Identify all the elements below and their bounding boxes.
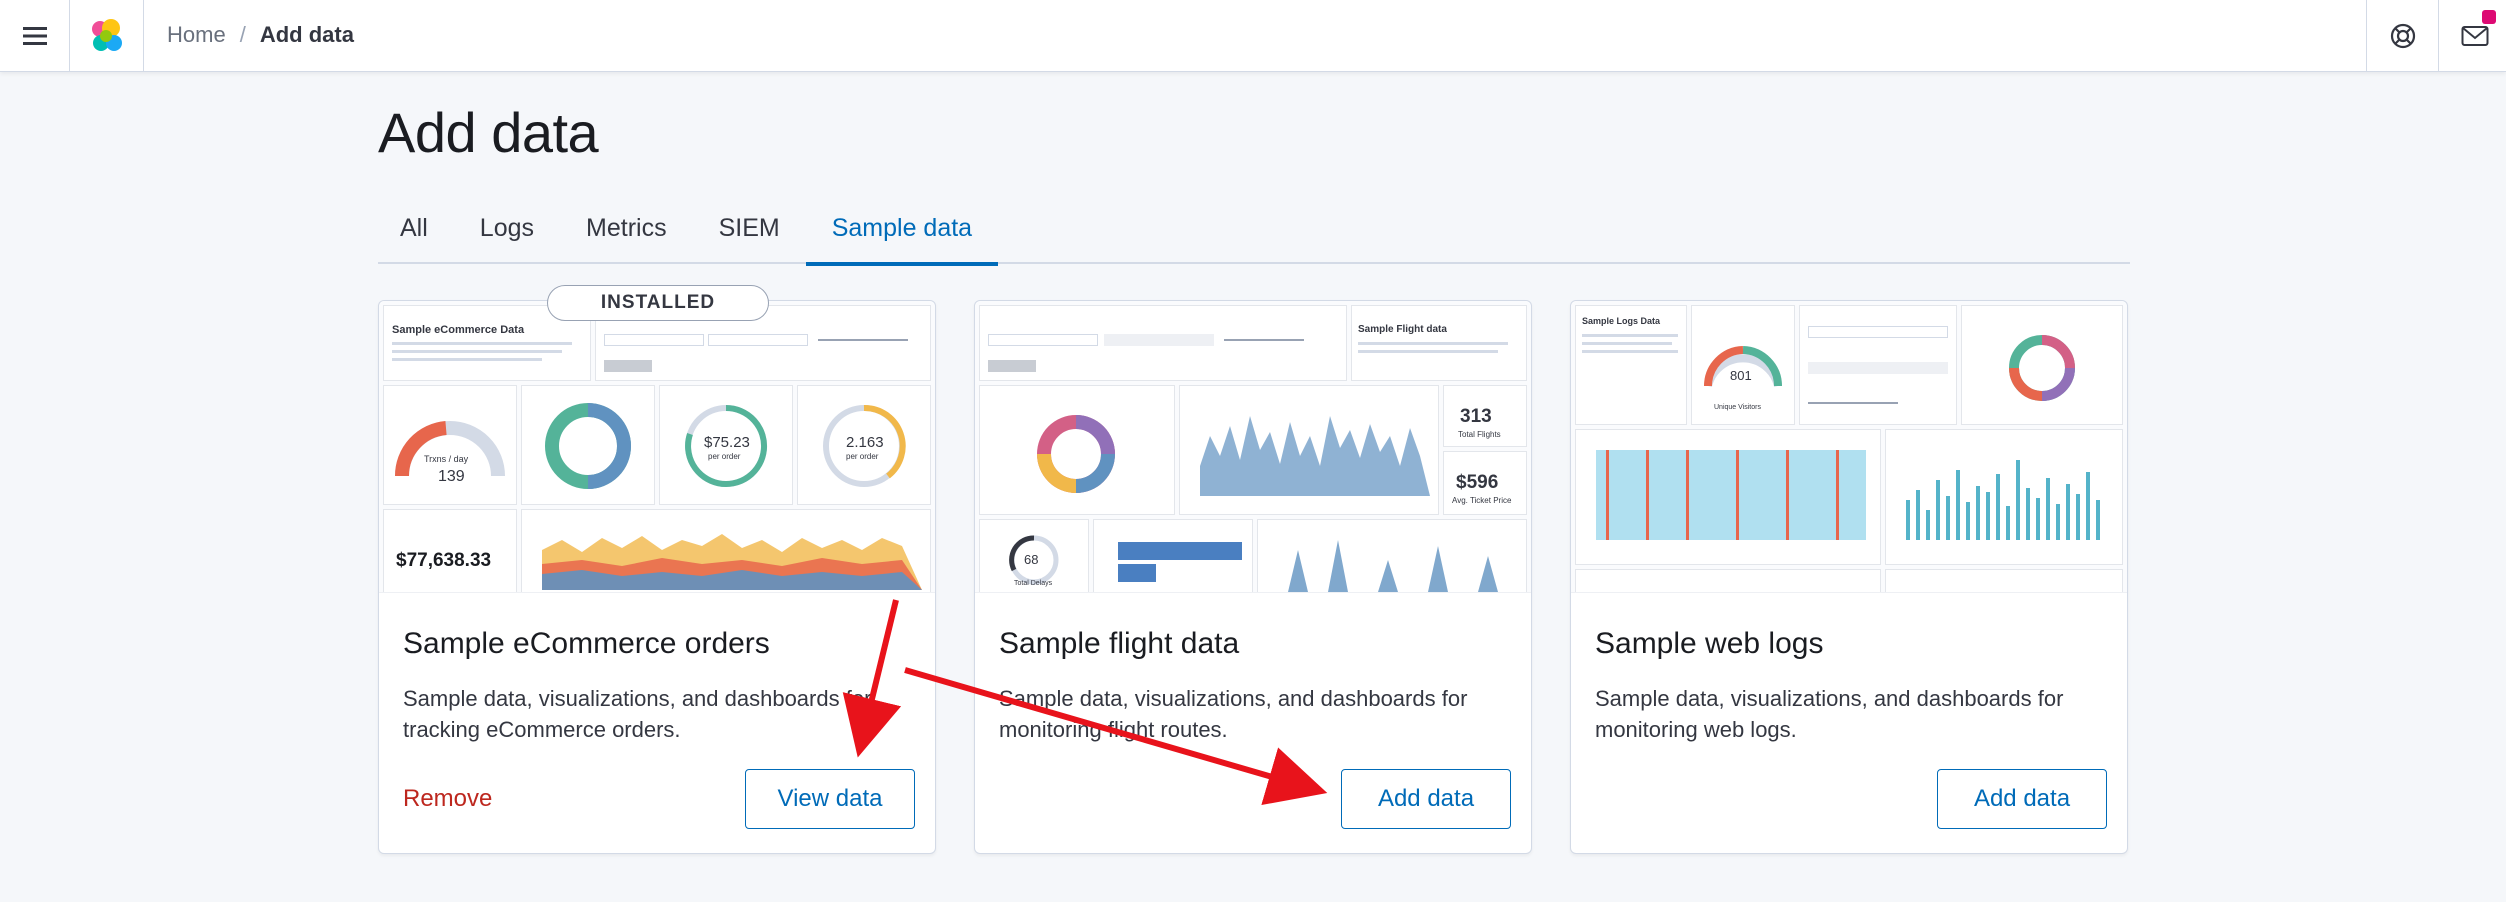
logs-dashboard-preview[interactable]: Sample Logs Data 801 Unique Visitors — [1571, 301, 2127, 593]
card-title: Sample web logs — [1595, 627, 1824, 660]
page-title: Add data — [378, 101, 599, 164]
preview-response-codes-panel — [1575, 429, 1881, 565]
gauge-label: Unique Visitors — [1714, 404, 1761, 411]
preview-avg-ticket-panel: $596 Avg. Ticket Price — [1443, 451, 1527, 515]
preview-donut-panel — [1961, 305, 2123, 425]
gauge-value: 801 — [1730, 368, 1752, 383]
tab-sample-data[interactable]: Sample data — [805, 204, 999, 266]
help-lifebuoy-icon — [2390, 23, 2415, 49]
preview-gauge-panel: Trxns / day 139 — [383, 385, 517, 505]
avg-price-value: $75.23 — [704, 434, 750, 451]
mail-icon — [2461, 26, 2488, 46]
card-title: Sample flight data — [999, 627, 1240, 660]
help-button[interactable] — [2366, 0, 2438, 72]
preview-line-chart-panel — [1179, 385, 1439, 515]
preview-heading: Sample Logs Data — [1582, 316, 1661, 326]
preview-avg-qty-panel: 2.163 per order — [797, 385, 931, 505]
installed-badge: INSTALLED — [547, 285, 769, 321]
preview-table-panel — [1885, 569, 2123, 592]
preview-controls-panel — [1799, 305, 1957, 425]
breadcrumb-separator: / — [239, 22, 246, 47]
preview-avg-price-panel: $75.23 per order — [659, 385, 793, 505]
view-data-button[interactable]: View data — [745, 769, 915, 829]
delays-value: 68 — [1024, 552, 1039, 567]
breadcrumb: Home / Add data — [167, 22, 354, 48]
notification-badge — [2482, 10, 2496, 24]
tab-all[interactable]: All — [378, 204, 454, 264]
menu-button[interactable] — [0, 0, 70, 72]
preview-delays-chart-panel — [1257, 519, 1527, 592]
hamburger-icon — [22, 27, 47, 45]
revenue-value: $77,638.33 — [396, 550, 492, 571]
card-description: Sample data, visualizations, and dashboa… — [999, 686, 1468, 742]
preview-area-chart-panel — [521, 509, 931, 592]
tab-metrics[interactable]: Metrics — [560, 204, 693, 264]
preview-visitors-panel — [1885, 429, 2123, 565]
avg-qty-value: 2.163 — [846, 434, 884, 451]
card-description: Sample data, visualizations, and dashboa… — [1595, 686, 2064, 742]
kibana-logo-icon — [91, 19, 122, 51]
delays-label: Total Delays — [1014, 580, 1053, 587]
total-flights-label: Total Flights — [1458, 430, 1501, 439]
ecommerce-dashboard-preview[interactable]: Sample eCommerce Data Trxns / day 139 $7… — [379, 301, 935, 593]
remove-button[interactable]: Remove — [403, 785, 492, 813]
sample-flight-card: Sample Flight data 313 Total Flights $59… — [974, 300, 1532, 854]
preview-donut-panel — [979, 385, 1175, 515]
preview-controls-panel — [979, 305, 1347, 381]
tab-siem[interactable]: SIEM — [693, 204, 806, 264]
total-flights-value: 313 — [1460, 406, 1492, 427]
avg-ticket-value: $596 — [1456, 472, 1499, 493]
breadcrumb-current: Add data — [259, 22, 354, 47]
preview-revenue-panel: $77,638.33 — [383, 509, 517, 592]
avg-ticket-label: Avg. Ticket Price — [1452, 496, 1512, 505]
preview-delays-panel: 68 Total Delays — [979, 519, 1089, 592]
preview-markdown-panel: Sample Logs Data — [1575, 305, 1687, 425]
flight-dashboard-preview[interactable]: Sample Flight data 313 Total Flights $59… — [975, 301, 1531, 593]
gauge-label: Trxns / day — [424, 454, 469, 464]
sample-ecommerce-card: INSTALLED Sample eCommerce Data Trxns / … — [378, 285, 936, 854]
preview-file-type-panel — [1575, 569, 1881, 592]
news-feed-button[interactable] — [2438, 0, 2506, 72]
add-data-button[interactable]: Add data — [1341, 769, 1511, 829]
preview-donut-panel — [521, 385, 655, 505]
add-data-button[interactable]: Add data — [1937, 769, 2107, 829]
preview-gauge-panel: 801 Unique Visitors — [1691, 305, 1795, 425]
avg-price-sub: per order — [708, 452, 741, 461]
tab-logs[interactable]: Logs — [454, 204, 560, 264]
tab-bar: All Logs Metrics SIEM Sample data — [378, 204, 2130, 266]
gauge-value: 139 — [438, 468, 465, 485]
avg-qty-sub: per order — [846, 452, 879, 461]
sample-web-logs-card: Sample Logs Data 801 Unique Visitors Sam… — [1570, 300, 2128, 854]
top-navigation-bar: Home / Add data — [0, 0, 2506, 72]
card-title: Sample eCommerce orders — [403, 627, 770, 660]
preview-bar-panel — [1093, 519, 1253, 592]
preview-heading: Sample Flight data — [1358, 324, 1447, 335]
breadcrumb-home[interactable]: Home — [167, 22, 226, 48]
home-logo-link[interactable] — [70, 0, 144, 72]
preview-heading: Sample eCommerce Data — [392, 324, 525, 336]
preview-markdown-panel: Sample Flight data — [1351, 305, 1527, 381]
preview-total-flights-panel: 313 Total Flights — [1443, 385, 1527, 447]
card-description: Sample data, visualizations, and dashboa… — [403, 686, 872, 742]
